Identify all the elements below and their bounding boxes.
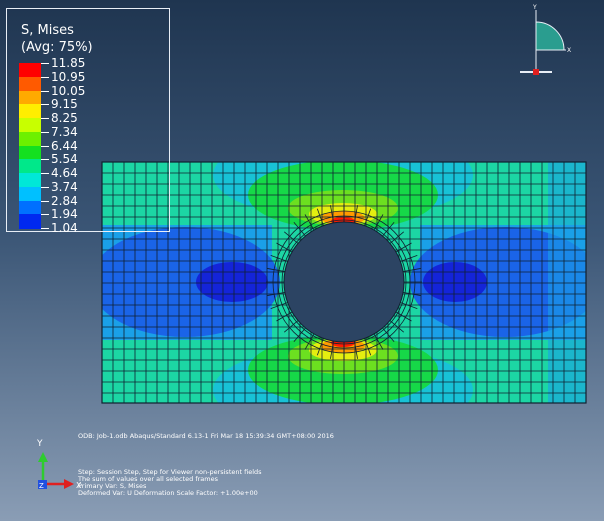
legend-tick — [41, 145, 49, 147]
triad-y-label: Y — [532, 4, 537, 11]
legend-tick — [41, 214, 49, 216]
legend-band — [19, 76, 41, 91]
legend-value: 2.84 — [51, 193, 78, 208]
legend-tick — [41, 118, 49, 119]
axis-icon: Y X Z — [36, 439, 82, 490]
legend-subtitle: (Avg: 75%) — [21, 40, 93, 55]
legend-band — [19, 159, 41, 174]
odb-info-line: ODB: Job-1.odb Abaqus/Standard 6.13-1 Fr… — [78, 432, 334, 440]
legend-band — [19, 214, 41, 229]
legend-value: 11.85 — [51, 56, 86, 70]
deformed-var-line: Deformed Var: U Deformation Scale Factor… — [78, 489, 258, 497]
legend-title: S, Mises — [21, 23, 74, 38]
right-edge-band — [548, 162, 586, 403]
legend-value: 10.05 — [51, 83, 86, 98]
y-axis-arrowhead-icon — [38, 452, 48, 462]
viewport[interactable]: Y X Y X Z S, Mises (Avg: 75%) 11.85 10.95… — [0, 0, 604, 521]
legend-band — [19, 145, 41, 160]
legend-tick — [41, 200, 49, 202]
triad-origin-icon — [533, 69, 539, 75]
view-triad[interactable]: Y X — [520, 4, 571, 75]
triad-quadrant-icon — [535, 21, 565, 51]
legend-tick — [41, 173, 49, 174]
legend-tick — [41, 186, 49, 188]
legend-value: 8.25 — [51, 111, 78, 125]
legend-band — [19, 63, 41, 78]
legend-value: 6.44 — [51, 138, 78, 153]
legend-value: 1.04 — [51, 221, 78, 235]
legend-tick — [41, 63, 49, 64]
right-dark-blue — [423, 262, 487, 302]
legend-band — [19, 186, 41, 201]
legend-band — [19, 118, 41, 133]
legend-tick — [41, 76, 49, 78]
legend-value: 9.15 — [51, 97, 78, 112]
hole — [284, 222, 404, 342]
legend-value: 5.54 — [51, 152, 78, 167]
axis-z-label: Z — [39, 482, 44, 490]
legend-tick — [41, 228, 49, 229]
legend-band — [19, 90, 41, 105]
legend-band — [19, 200, 41, 215]
contour-legend: S, Mises (Avg: 75%) 11.85 10.95 10.05 9.15 8… — [6, 8, 170, 235]
legend-value: 1.94 — [51, 207, 78, 222]
info-panel: ODB: Job-1.odb Abaqus/Standard 6.13-1 Fr… — [78, 432, 498, 502]
legend-color-bar — [19, 63, 49, 229]
legend-tick — [41, 159, 49, 161]
left-dark-blue — [196, 262, 268, 302]
legend-tick — [41, 90, 49, 92]
axis-y-label: Y — [36, 439, 43, 449]
legend-band — [19, 173, 41, 188]
legend-band — [19, 104, 41, 119]
legend-value: 4.64 — [51, 166, 78, 180]
legend-value: 3.74 — [51, 179, 78, 194]
legend-tick — [41, 131, 49, 133]
legend-band — [19, 131, 41, 146]
legend-tick — [41, 104, 49, 106]
legend-value: 7.34 — [51, 124, 78, 139]
triad-x-label: X — [567, 47, 571, 54]
legend-value: 10.95 — [51, 69, 86, 84]
x-axis-arrowhead-icon — [64, 479, 74, 489]
